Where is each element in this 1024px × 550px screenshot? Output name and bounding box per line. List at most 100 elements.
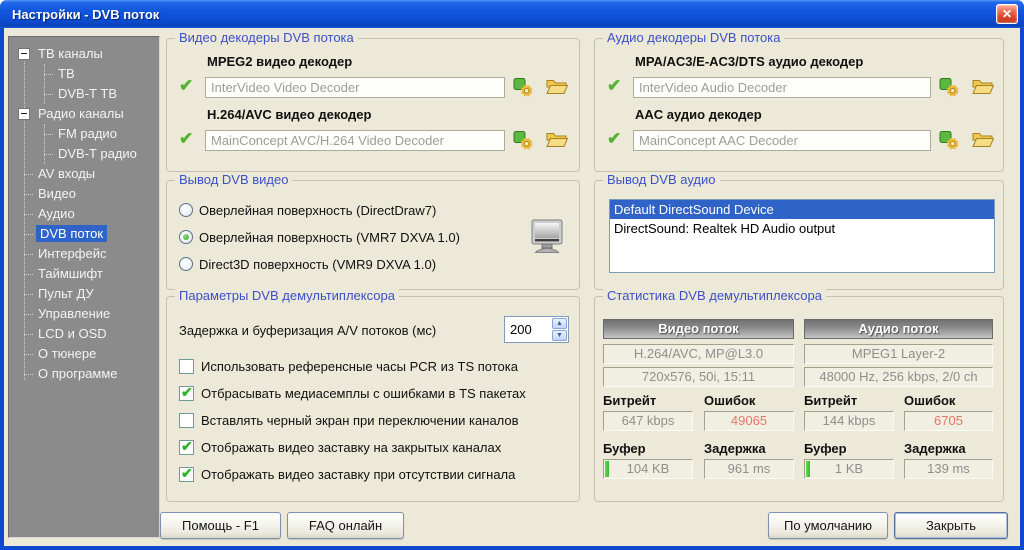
audio-output-panel: Вывод DVB аудио Default DirectSound Devi… [594,180,1004,290]
decoder-label: MPEG2 видео декодер [207,54,352,69]
settings-tree: ТВ каналы ТВ DVB-T ТВ Радио каналы FM ра… [8,36,160,538]
checkbox-splash-nosignal[interactable]: ✔ Отображать видео заставку при отсутств… [179,467,515,482]
sidebar-item-dvb-stream[interactable]: DVB поток [9,224,159,244]
close-button[interactable]: Закрыть [894,512,1008,539]
checkbox-checked-icon[interactable]: ✔ [179,386,194,401]
checkbox-drop-samples[interactable]: ✔ Отбрасывать медиасемплы с ошибками в T… [179,386,526,401]
radio-icon[interactable] [179,203,193,217]
delay-label: Задержка и буферизация A/V потоков (мс) [179,323,436,338]
buffer-label: Буфер [804,441,847,456]
folder-open-icon[interactable] [546,78,568,98]
check-ok-icon: ✔ [179,76,193,96]
sidebar-item-control[interactable]: Управление [9,304,159,324]
sidebar-item-av-inputs[interactable]: AV входы [9,164,159,184]
faq-online-button[interactable]: FAQ онлайн [287,512,404,539]
dialog-client-area: ТВ каналы ТВ DVB-T ТВ Радио каналы FM ра… [4,28,1020,546]
collapse-icon[interactable] [18,48,30,60]
audio-codec-value: MPEG1 Layer-2 [804,344,993,364]
sidebar-item-audio[interactable]: Аудио [9,204,159,224]
plugin-gear-icon[interactable] [939,130,961,150]
video-stream-header: Видео поток [603,319,794,339]
plugin-gear-icon[interactable] [939,77,961,97]
checkbox-checked-icon[interactable]: ✔ [179,440,194,455]
bitrate-label: Битрейт [804,393,857,408]
sidebar-item-tv-channels[interactable]: ТВ каналы [9,44,159,64]
checkbox-pcr-clock[interactable]: ✔ Использовать референсные часы PCR из T… [179,359,518,374]
video-errors-value: 49065 [704,411,794,431]
sidebar-item-timeshift[interactable]: Таймшифт [9,264,159,284]
audio-stream-header: Аудио поток [804,319,993,339]
sidebar-item-lcd-osd[interactable]: LCD и OSD [9,324,159,344]
delay-input[interactable]: 200 [505,317,551,342]
radio-vmr7-dxva[interactable]: Оверлейная поверхность (VMR7 DXVA 1.0) [179,229,460,245]
panel-title: Статистика DVB демультиплексора [603,288,826,304]
buffer-level-bar [605,461,609,477]
video-codec-value: H.264/AVC, MP@L3.0 [603,344,794,364]
decoder-label: AAC аудио декодер [635,107,762,122]
mpeg2-decoder-field[interactable]: InterVideo Video Decoder [205,77,505,98]
radio-directdraw7[interactable]: Оверлейная поверхность (DirectDraw7) [179,202,436,218]
list-item-default-directsound[interactable]: Default DirectSound Device [610,200,994,219]
demux-params-panel: Параметры DVB демультиплексора Задержка … [166,296,580,502]
video-delay-value: 961 ms [704,459,794,479]
sidebar-item-video[interactable]: Видео [9,184,159,204]
errors-label: Ошибок [704,393,755,408]
spin-up-icon[interactable]: ▲ [552,318,567,329]
checkbox-icon[interactable]: ✔ [179,359,194,374]
audio-format-value: 48000 Hz, 256 kbps, 2/0 ch [804,367,993,387]
panel-title: Видео декодеры DVB потока [175,30,358,46]
aac-decoder-field[interactable]: MainConcept AAC Decoder [633,130,931,151]
sidebar-item-about-program[interactable]: О программе [9,364,159,384]
checkbox-checked-icon[interactable]: ✔ [179,467,194,482]
plugin-gear-icon[interactable] [513,130,535,150]
check-ok-icon: ✔ [607,129,621,149]
video-buffer-value: 104 KB [603,459,693,479]
folder-open-icon[interactable] [972,78,994,98]
folder-open-icon[interactable] [972,131,994,151]
video-output-panel: Вывод DVB видео Оверлейная поверхность (… [166,180,580,290]
window-title: Настройки - DVB поток [12,7,159,22]
audio-buffer-value: 1 KB [804,459,894,479]
list-item-realtek-hd[interactable]: DirectSound: Realtek HD Audio output [610,219,994,238]
bitrate-label: Битрейт [603,393,656,408]
demux-stats-panel: Статистика DVB демультиплексора Видео по… [594,296,1004,502]
buffer-level-bar [806,461,810,477]
sidebar-item-interface[interactable]: Интерфейс [9,244,159,264]
checkbox-black-screen[interactable]: ✔ Вставлять черный экран при переключени… [179,413,519,428]
radio-selected-icon[interactable] [179,230,193,244]
buffer-label: Буфер [603,441,646,456]
checkbox-splash-scrambled[interactable]: ✔ Отображать видео заставку на закрытых … [179,440,501,455]
crt-monitor-icon [529,219,565,256]
audio-bitrate-value: 144 kbps [804,411,894,431]
sidebar-item-about-tuner[interactable]: О тюнере [9,344,159,364]
collapse-icon[interactable] [18,108,30,120]
check-ok-icon: ✔ [607,76,621,96]
folder-open-icon[interactable] [546,131,568,151]
settings-window: Настройки - DVB поток ✕ ТВ каналы ТВ DVB… [0,0,1024,550]
panel-title: Вывод DVB аудио [603,172,720,188]
radio-icon[interactable] [179,257,193,271]
panel-title: Параметры DVB демультиплексора [175,288,399,304]
audio-delay-value: 139 ms [904,459,993,479]
plugin-gear-icon[interactable] [513,77,535,97]
sidebar-item-remote-control[interactable]: Пульт ДУ [9,284,159,304]
spin-down-icon[interactable]: ▼ [552,330,567,341]
sidebar-item-dvbt-tv[interactable]: DVB-T ТВ [9,84,159,104]
panel-title: Вывод DVB видео [175,172,292,188]
audio-errors-value: 6705 [904,411,993,431]
close-icon[interactable]: ✕ [996,4,1018,24]
sidebar-item-radio-channels[interactable]: Радио каналы [9,104,159,124]
h264-decoder-field[interactable]: MainConcept AVC/H.264 Video Decoder [205,130,505,151]
delay-spinner: 200 ▲ ▼ [504,316,569,343]
checkbox-icon[interactable]: ✔ [179,413,194,428]
sidebar-item-dvbt-radio[interactable]: DVB-T радио [9,144,159,164]
mpa-decoder-field[interactable]: InterVideo Audio Decoder [633,77,931,98]
sidebar-item-tv[interactable]: ТВ [9,64,159,84]
selected-tree-item: DVB поток [36,225,107,242]
sidebar-item-fm-radio[interactable]: FM радио [9,124,159,144]
video-format-value: 720x576, 50i, 15:11 [603,367,794,387]
help-button[interactable]: Помощь - F1 [160,512,281,539]
radio-direct3d-vmr9[interactable]: Direct3D поверхность (VMR9 DXVA 1.0) [179,256,436,272]
defaults-button[interactable]: По умолчанию [768,512,888,539]
audio-device-list[interactable]: Default DirectSound Device DirectSound: … [609,199,995,273]
